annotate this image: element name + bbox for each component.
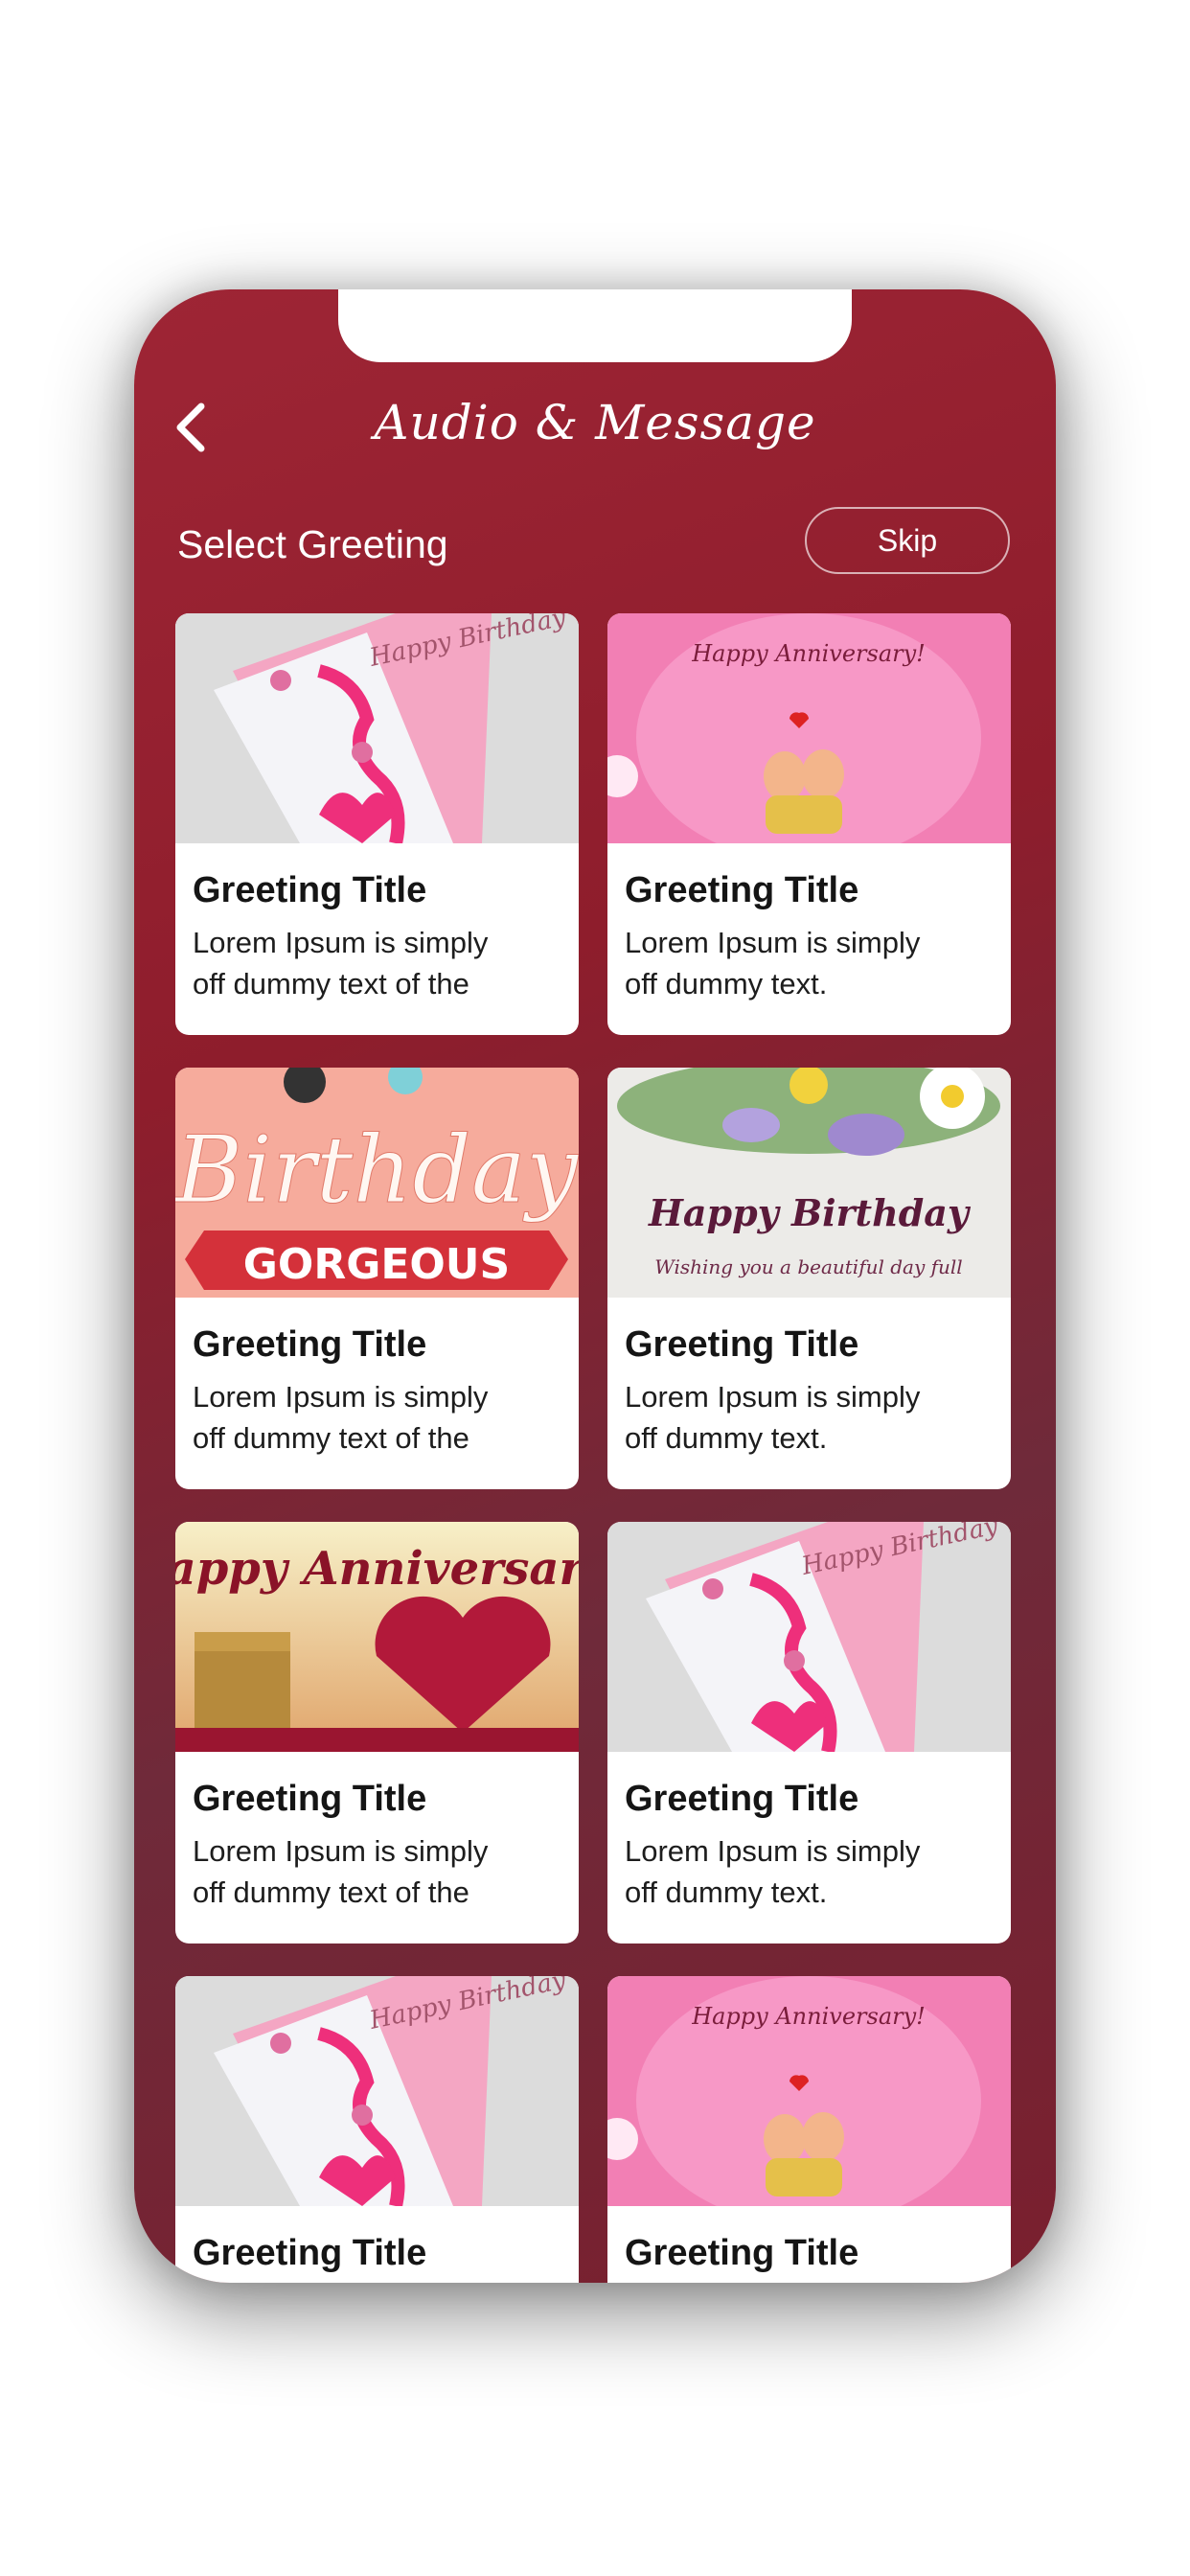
greeting-card[interactable]: Happy Anniversary! Greeting Title Lorem … — [607, 613, 1011, 1035]
card-image-subtext: Wishing you a beautiful day full — [654, 1255, 962, 1278]
greeting-card[interactable]: Happy Anniversary! Greeting Title Lorem … — [175, 1522, 579, 1944]
card-description: Lorem Ipsum is simply off dummy text. — [625, 926, 921, 1000]
card-image-anniversary-couple: Happy Anniversary! — [607, 1976, 1011, 2206]
card-title: Greeting Title — [625, 1324, 859, 1365]
device-notch — [338, 289, 852, 362]
card-description: Lorem Ipsum is simply off dummy text. — [625, 1380, 921, 1455]
card-title: Greeting Title — [625, 1779, 859, 1819]
greeting-card[interactable]: Happy Birthday Greeting Title — [175, 1976, 579, 2283]
card-image-anniversary-couple: Happy Anniversary! — [607, 613, 1011, 843]
card-title: Greeting Title — [193, 2233, 427, 2273]
card-title: Greeting Title — [625, 2233, 859, 2273]
card-description: Lorem Ipsum is simply off dummy text of t… — [193, 1380, 489, 1455]
greeting-card[interactable]: Happy Birthday Greeting Title Lorem Ipsu… — [175, 613, 579, 1035]
card-title: Greeting Title — [193, 1779, 427, 1819]
section-heading: Select Greeting — [177, 522, 448, 566]
skip-button[interactable]: Skip — [805, 507, 1010, 574]
card-image-birthday-gorgeous: Birthday GORGEOUS — [175, 1068, 579, 1298]
card-title: Greeting Title — [625, 870, 859, 910]
phone-screen: Audio & Message Select Greeting Skip Hap… — [134, 289, 1056, 2283]
page-title: Audio & Message — [374, 395, 816, 450]
card-image-text: Happy Anniversary! — [691, 640, 926, 667]
card-image-birthday-butterfly: Happy Birthday — [607, 1522, 1011, 1752]
card-image-banner: GORGEOUS — [243, 1240, 510, 1289]
greeting-card[interactable]: Happy Birthday Wishing you a beautiful d… — [607, 1068, 1011, 1489]
card-image-birthday-flowers: Happy Birthday Wishing you a beautiful d… — [607, 1068, 1011, 1298]
card-description: Lorem Ipsum is simply off dummy text of t… — [193, 1834, 489, 1909]
greeting-card[interactable]: Happy Birthday Greeting Title Lorem Ipsu… — [607, 1522, 1011, 1944]
card-description: Lorem Ipsum is simply off dummy text. — [625, 1834, 921, 1909]
greeting-card[interactable]: Happy Anniversary! Greeting Title — [607, 1976, 1011, 2283]
card-image-text: Birthday — [175, 1116, 579, 1224]
card-description: Lorem Ipsum is simply off dummy text of t… — [193, 926, 489, 1000]
card-image-text: Happy Anniversary! — [175, 1542, 579, 1596]
card-image-anniversary-heart: Happy Anniversary! — [175, 1522, 579, 1752]
card-image-text: Happy Anniversary! — [691, 2003, 926, 2030]
card-image-birthday-butterfly: Happy Birthday — [175, 613, 579, 843]
card-image-text: Happy Birthday — [648, 1191, 972, 1234]
card-image-birthday-butterfly: Happy Birthday — [175, 1976, 579, 2206]
card-title: Greeting Title — [193, 1324, 427, 1365]
card-title: Greeting Title — [193, 870, 427, 910]
greeting-card[interactable]: Birthday GORGEOUS Greeting Title Lorem I… — [175, 1068, 579, 1489]
